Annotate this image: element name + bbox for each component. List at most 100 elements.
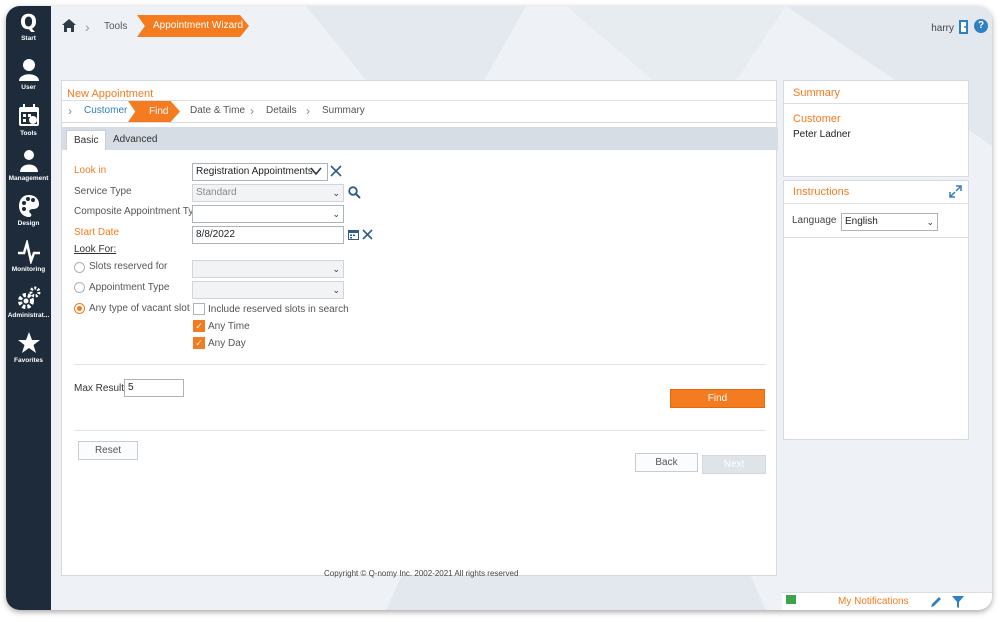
chevron-down-icon[interactable] [310,166,322,176]
radio-slots-reserved-label: Slots reserved for [89,261,168,272]
sidebar-item-management[interactable]: Management [6,149,51,182]
instructions-title: Instructions [793,186,850,198]
any-time-label: Any Time [208,321,250,332]
look-for-label: Look For: [74,244,117,255]
logout-icon[interactable] [958,20,970,34]
divider [784,237,968,238]
breadcrumb-tools[interactable]: Tools [104,21,127,32]
language-select[interactable]: English ⌄ [841,213,938,231]
radio-appointment-type[interactable] [74,282,85,293]
help-icon[interactable]: ? [974,19,988,33]
chevron-right-icon: › [68,104,72,118]
divider [74,430,766,431]
expand-icon[interactable] [949,185,962,198]
clear-date-icon[interactable] [362,229,373,240]
reset-button[interactable]: Reset [78,441,138,460]
sidebar-start-label: Start [21,35,36,42]
summary-title: Summary [793,87,841,99]
user-name: harry [931,23,954,34]
composite-type-label: Composite Appointment Type [74,206,205,217]
slots-reserved-select[interactable]: ⌄ [192,260,344,278]
chevron-down-icon: ⌄ [332,264,340,274]
any-day-label: Any Day [208,338,246,349]
calendar-icon[interactable] [348,229,359,240]
tab-advanced[interactable]: Advanced [106,130,164,150]
sidebar-item-label: Design [17,220,40,227]
summary-panel: Summary Customer Peter Ladner [783,80,969,177]
pulse-icon [17,240,40,264]
copyright-text: Copyright © Q-nomy Inc. 2002-2021 All ri… [324,569,519,578]
tab-basic[interactable]: Basic [66,130,107,150]
my-notifications-link[interactable]: My Notifications [838,596,909,607]
max-results-input[interactable]: 5 [124,379,184,397]
max-results-value: 5 [128,382,134,393]
pencil-icon[interactable] [930,596,942,608]
calendar-tools-icon [18,104,39,126]
tab-bar: Basic Advanced [62,127,778,150]
sidebar: Q Start User Tools Management Design Mon… [6,6,51,610]
start-date-label: Start Date [74,227,120,238]
qnomy-logo: Q [19,10,37,34]
start-date-input[interactable]: 8/8/2022 [192,226,344,244]
sidebar-item-label: Tools [20,130,37,137]
look-in-label: Look in [74,165,107,176]
include-reserved-checkbox[interactable] [193,303,205,315]
radio-slots-reserved[interactable] [74,262,85,273]
sidebar-item-favorites[interactable]: Favorites [6,331,51,364]
wizard-steps: › Customer Find Date & Time › Details › … [62,100,778,123]
search-icon[interactable] [348,186,361,199]
chevron-down-icon: ⌄ [332,188,340,198]
step-find[interactable]: Find [128,101,180,122]
sidebar-item-monitoring[interactable]: Monitoring [6,240,51,273]
look-in-select[interactable]: Registration Appointments [192,163,328,181]
breadcrumb-appointment-wizard[interactable]: Appointment Wizard [137,15,249,37]
divider [74,364,766,365]
start-date-value: 8/8/2022 [196,229,235,240]
appointment-type-select[interactable]: ⌄ [192,281,344,299]
notification-flag-icon [786,595,796,604]
radio-appointment-type-label: Appointment Type [89,282,170,293]
service-type-select[interactable]: Standard ⌄ [192,184,344,202]
sidebar-item-label: Administrat... [7,312,50,319]
any-time-checkbox[interactable]: ✓ [193,320,205,332]
composite-type-select[interactable]: ⌄ [192,205,344,223]
sidebar-item-label: Favorites [14,357,43,364]
chevron-down-icon: ⌄ [926,217,934,227]
service-type-label: Service Type [74,186,132,197]
user-icon [18,59,39,81]
language-label: Language [792,215,837,226]
any-day-checkbox[interactable]: ✓ [193,337,205,349]
radio-any-vacant-slot[interactable] [74,303,85,314]
star-icon [17,332,40,353]
chevron-down-icon: ⌄ [332,285,340,295]
step-customer[interactable]: Customer [84,105,127,116]
divider [784,203,968,204]
find-button[interactable]: Find [670,389,765,408]
home-icon[interactable] [61,18,77,33]
palette-icon [18,195,39,217]
step-summary[interactable]: Summary [322,105,365,116]
app-window: Q Start User Tools Management Design Mon… [6,6,992,610]
summary-customer-label: Customer [793,113,841,125]
chevron-right-icon: › [85,19,90,35]
back-button[interactable]: Back [635,453,698,472]
max-results-label: Max Results [74,383,130,394]
next-button[interactable]: Next [702,455,766,474]
sidebar-item-label: Monitoring [11,266,46,273]
sidebar-item-design[interactable]: Design [6,194,51,227]
chevron-right-icon: › [306,104,310,118]
filter-icon[interactable] [952,596,964,608]
language-value: English [845,216,878,227]
top-header: › Tools Appointment Wizard harry ? [51,6,992,50]
gears-icon [17,286,40,309]
sidebar-item-user[interactable]: User [6,58,51,91]
summary-customer-name: Peter Ladner [793,129,851,140]
sidebar-item-tools[interactable]: Tools [6,104,51,137]
step-date-time[interactable]: Date & Time [190,105,245,116]
step-details[interactable]: Details [266,105,297,116]
include-reserved-label: Include reserved slots in search [208,304,349,315]
appointment-wizard-panel: New Appointment › Customer Find Date & T… [61,80,778,576]
clear-icon[interactable] [330,165,342,177]
sidebar-item-administration[interactable]: Administrat... [6,286,51,319]
sidebar-start[interactable]: Q Start [6,11,51,42]
